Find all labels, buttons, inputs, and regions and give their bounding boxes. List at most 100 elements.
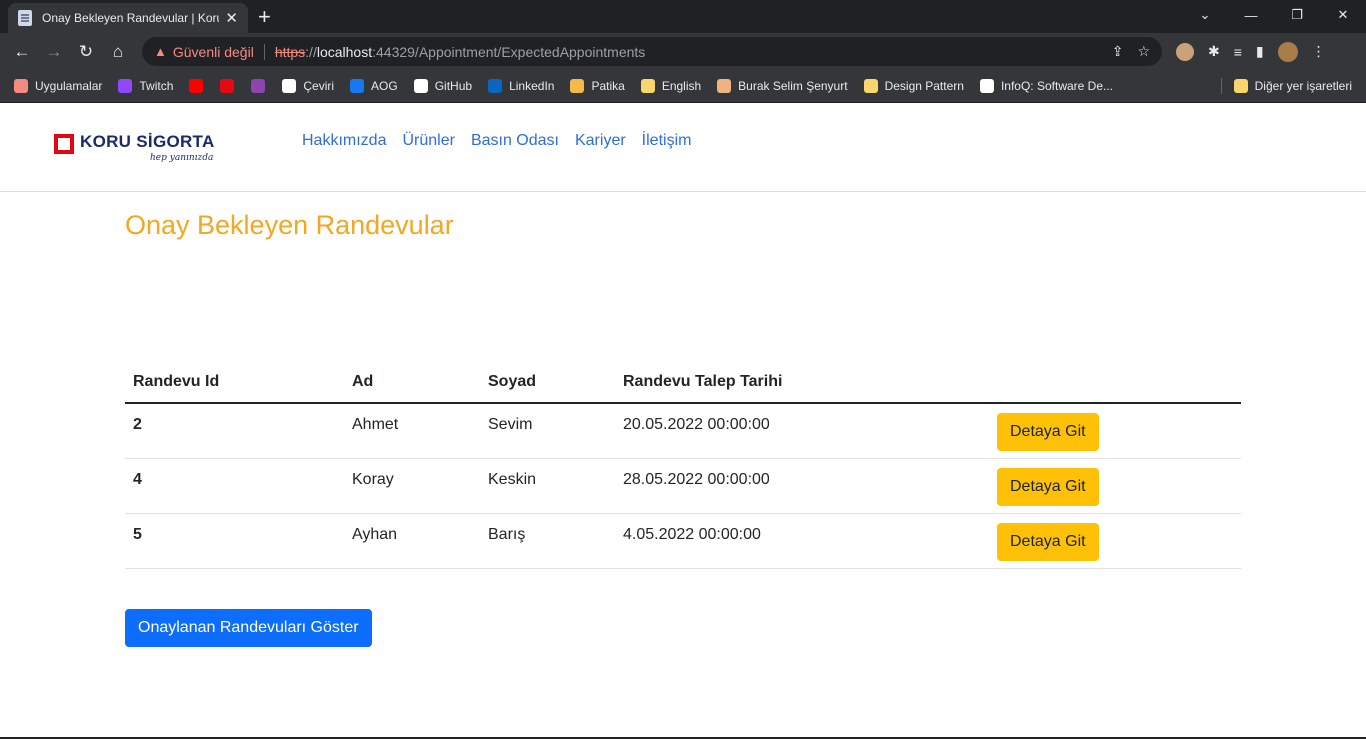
bookmark-label: Çeviri	[303, 79, 335, 93]
extensions-area: ✱ ≡ ▮ ⋮	[1176, 41, 1326, 62]
bookmark-item[interactable]: AOG	[350, 79, 398, 93]
window-controls: ⌄ — ❐ ✕	[1182, 0, 1366, 30]
bookmark-label: Uygulamalar	[35, 79, 103, 93]
omnibox-separator	[263, 43, 265, 60]
media-control-icon[interactable]: ≡	[1234, 44, 1242, 60]
cell-action: Detaya Git	[989, 458, 1241, 514]
bookmarks-divider	[1220, 78, 1222, 94]
cell-last-name: Keskin	[480, 458, 615, 514]
facebook-icon	[350, 79, 365, 93]
column-header-id: Randevu Id	[125, 362, 344, 404]
brand-tagline: hep yanınızda	[150, 153, 214, 163]
linkedin-icon	[488, 79, 503, 93]
warning-icon[interactable]: ▲	[154, 44, 167, 59]
address-bar[interactable]: ▲ Güvenli değil https://localhost:44329/…	[142, 37, 1162, 66]
detail-button[interactable]: Detaya Git	[997, 413, 1099, 451]
table-row: 4 Koray Keskin 28.05.2022 00:00:00 Detay…	[125, 458, 1241, 514]
bookmark-label: InfoQ: Software De...	[1000, 79, 1114, 93]
home-icon[interactable]: ⌂	[104, 38, 132, 66]
cell-id: 2	[125, 403, 344, 459]
page-title: Onay Bekleyen Randevular	[125, 210, 454, 240]
youtube-icon	[189, 79, 204, 93]
apps-grid-icon	[14, 79, 28, 93]
nav-link-products[interactable]: Ürünler	[402, 132, 454, 150]
nav-link-contact[interactable]: İletişim	[642, 132, 692, 150]
minimize-icon[interactable]: —	[1228, 0, 1274, 30]
nav-link-about[interactable]: Hakkımızda	[302, 132, 386, 150]
nav-link-careers[interactable]: Kariyer	[575, 132, 626, 150]
nav-link-press[interactable]: Basın Odası	[471, 132, 559, 150]
profile-avatar[interactable]	[1277, 41, 1298, 62]
new-tab-icon[interactable]: +	[258, 3, 271, 31]
show-approved-button[interactable]: Onaylanan Randevuları Göster	[125, 609, 372, 647]
cell-first-name: Koray	[344, 458, 480, 514]
page-favicon-icon	[18, 10, 32, 26]
bookmark-item[interactable]: GitHub	[413, 79, 473, 93]
bookmark-item[interactable]: LinkedIn	[488, 79, 554, 93]
back-icon[interactable]: ←	[8, 38, 36, 66]
bookmark-item[interactable]: Twitch	[118, 79, 173, 93]
url-path: :44329/Appointment/ExpectedAppointments	[372, 43, 646, 60]
cell-last-name: Barış	[480, 513, 615, 569]
column-header-date: Randevu Talep Tarihi	[615, 362, 989, 404]
cell-action: Detaya Git	[989, 403, 1241, 459]
cell-last-name: Sevim	[480, 403, 615, 459]
browser-tabbar: Onay Bekleyen Randevular | Koru ✕ + ⌄ — …	[0, 0, 1366, 33]
cell-date: 28.05.2022 00:00:00	[615, 458, 989, 514]
bookmark-item[interactable]: Uygulamalar	[14, 79, 102, 93]
logo-square-icon	[54, 134, 74, 154]
bookmark-item[interactable]: English	[640, 79, 701, 93]
bookmark-item[interactable]	[220, 79, 241, 93]
bookmarks-bar: Uygulamalar Twitch Çeviri AOG GitHub LinkedIn…	[0, 70, 1366, 103]
reload-icon[interactable]: ↻	[72, 38, 100, 66]
bookmark-item[interactable]: InfoQ: Software De...	[979, 79, 1114, 93]
u-extension-icon	[251, 79, 266, 93]
tab-close-icon[interactable]: ✕	[225, 9, 238, 27]
extensions-puzzle-icon[interactable]: ✱	[1208, 43, 1220, 60]
patika-icon	[570, 79, 585, 93]
cell-action: Detaya Git	[989, 513, 1241, 569]
table-row: 5 Ayhan Barış 4.05.2022 00:00:00 Detaya …	[125, 513, 1241, 569]
bookmark-item[interactable]	[189, 79, 210, 93]
bookmark-label: LinkedIn	[509, 79, 555, 93]
browser-toolbar: ← → ↻ ⌂ ▲ Güvenli değil https://localhos…	[0, 33, 1366, 70]
folder-icon	[1233, 79, 1248, 93]
column-header-last-name: Soyad	[480, 362, 615, 404]
column-header-action	[989, 362, 1241, 404]
url-scheme: https	[274, 43, 306, 60]
url-separator: ://	[305, 43, 317, 60]
bookmark-item[interactable]: Çeviri	[282, 79, 334, 93]
bookmark-label: GitHub	[434, 79, 473, 93]
menu-icon[interactable]: ⋮	[1312, 43, 1326, 60]
side-panel-icon[interactable]: ▮	[1256, 43, 1264, 60]
cell-id: 5	[125, 513, 344, 569]
table-header-row: Randevu Id Ad Soyad Randevu Talep Tarihi	[125, 362, 1241, 404]
forward-icon[interactable]: →	[40, 38, 68, 66]
bookmark-item[interactable]: Patika	[570, 79, 625, 93]
other-bookmarks[interactable]: Diğer yer işaretleri	[1220, 78, 1352, 94]
share-icon[interactable]: ⇪	[1112, 43, 1124, 60]
bookmark-item[interactable]: Design Pattern	[863, 79, 964, 93]
security-label[interactable]: Güvenli değil	[173, 44, 254, 60]
url-text[interactable]: https://localhost:44329/Appointment/Expe…	[275, 44, 645, 60]
bookmark-label: AOG	[371, 79, 398, 93]
restore-icon[interactable]: ❐	[1274, 0, 1320, 30]
cell-first-name: Ahmet	[344, 403, 480, 459]
tab-search-icon[interactable]: ⌄	[1182, 0, 1228, 30]
bookmark-item[interactable]: Burak Selim Şenyurt	[717, 79, 848, 93]
cell-id: 4	[125, 458, 344, 514]
cell-first-name: Ayhan	[344, 513, 480, 569]
bookmark-star-icon[interactable]: ☆	[1137, 43, 1150, 60]
column-header-first-name: Ad	[344, 362, 480, 404]
extension-face-icon[interactable]	[1176, 42, 1194, 61]
window-close-icon[interactable]: ✕	[1320, 0, 1366, 30]
url-host: localhost	[316, 43, 373, 60]
cell-date: 4.05.2022 00:00:00	[615, 513, 989, 569]
github-icon	[413, 79, 428, 93]
bookmark-item[interactable]	[251, 79, 272, 93]
browser-tab[interactable]: Onay Bekleyen Randevular | Koru ✕	[8, 3, 248, 33]
brand-logo[interactable]: KORU SİGORTA hep yanınızda	[54, 131, 224, 171]
cell-date: 20.05.2022 00:00:00	[615, 403, 989, 459]
detail-button[interactable]: Detaya Git	[997, 467, 1099, 506]
detail-button[interactable]: Detaya Git	[997, 522, 1099, 561]
